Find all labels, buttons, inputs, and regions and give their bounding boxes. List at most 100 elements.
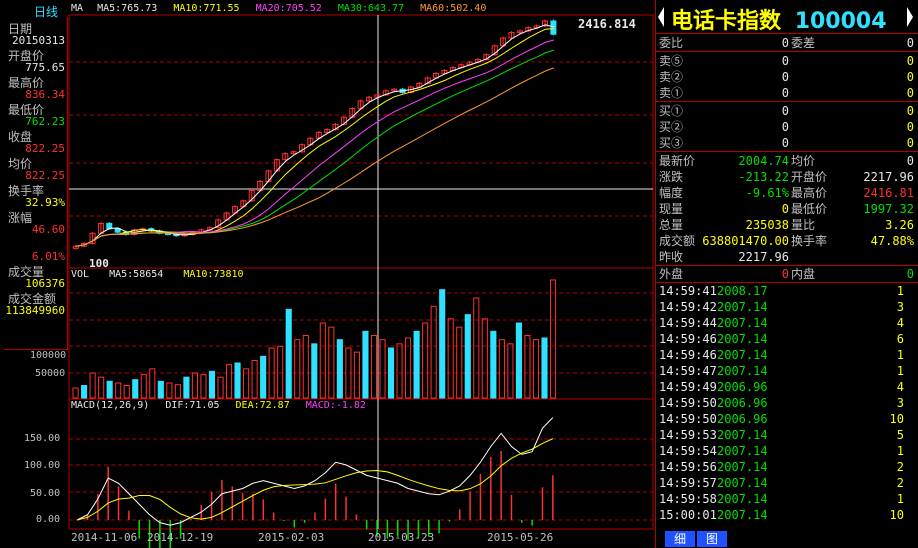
tick-price: 2007.14: [717, 476, 768, 490]
sell-level-label: 卖①: [659, 86, 684, 100]
macd-legend: MACD(12,26,9) DIF:71.05 DEA:72.87 MACD:-…: [71, 400, 366, 411]
quote-label: 量比: [791, 218, 816, 232]
tick-time: 15:00:01: [659, 508, 717, 522]
prev-arrow-icon[interactable]: [658, 7, 664, 27]
tick-row: 14:59:49 2006.96 4: [659, 379, 914, 395]
volume-bar: [260, 355, 267, 399]
tick-row: 14:59:44 2007.14 4: [659, 315, 914, 331]
quote-row: 现量 0 最低价 1997.32: [659, 201, 914, 217]
vol-ma10: MA10:73810: [183, 269, 244, 280]
vol-axis-50000: 50000: [35, 368, 66, 379]
outer-value: 0: [781, 267, 789, 281]
buy-level-volume: 0: [906, 120, 914, 134]
quote-row: 总量 235038 量比 3.26: [659, 217, 914, 233]
weibi-row: 委比 0 委差 0: [659, 35, 914, 51]
volume-bar: [387, 347, 395, 399]
next-arrow-icon[interactable]: [907, 7, 913, 27]
tick-row: 14:59:41 2008.17 1: [659, 283, 914, 299]
left-field-value: 20150313: [12, 34, 65, 47]
volume-bar: [490, 330, 497, 399]
tick-volume: 3: [896, 396, 904, 410]
volume-bar: [515, 322, 522, 399]
tick-row: 14:59:47 2007.14 1: [659, 363, 914, 379]
instrument-code: 100004: [794, 9, 887, 34]
tick-row: 14:59:50 2006.96 10: [659, 411, 914, 427]
tick-price: 2007.14: [717, 300, 768, 314]
tick-row: 14:59:46 2007.14 6: [659, 331, 914, 347]
tick-price: 2007.14: [717, 492, 768, 506]
macd-dea: DEA:72.87: [235, 400, 290, 411]
quote-label: 开盘价: [791, 170, 828, 184]
buy-level-volume: 0: [906, 136, 914, 150]
tick-time: 14:59:47: [659, 364, 717, 378]
vol-legend: VOL MA5:58654 MA10:73810: [71, 269, 244, 280]
quote-label: 现量: [659, 202, 684, 216]
tick-volume: 1: [896, 364, 904, 378]
tick-row: 14:59:56 2007.14 2: [659, 459, 914, 475]
buy-level-label: 买①: [659, 104, 684, 118]
quote-value: 2217.96: [738, 250, 789, 264]
tick-volume: 3: [896, 300, 904, 314]
tick-price: 2007.14: [717, 364, 768, 378]
date-tick: 2015-05-26: [487, 531, 554, 544]
outer-inner-row: 外盘 0 内盘 0: [659, 266, 914, 282]
buy-level-row: 买③ 0 0: [659, 135, 914, 151]
quote-row: 成交额 638801470.00 换手率 47.88%: [659, 233, 914, 249]
volume-bar: [106, 380, 113, 399]
ma30-value: MA30:643.77: [337, 3, 405, 14]
tick-time: 14:59:57: [659, 476, 717, 490]
left-field-value: 822.25: [25, 169, 65, 182]
tick-time: 14:59:46: [659, 348, 717, 362]
volume-bar: [234, 362, 241, 399]
chart-tab[interactable]: 图: [697, 531, 727, 547]
tick-time: 14:59:46: [659, 332, 717, 346]
tick-volume: 4: [896, 380, 904, 394]
left-field-value: 32.93%: [25, 196, 65, 209]
quote-row: 涨跌 -213.22 开盘价 2217.96: [659, 169, 914, 185]
quote-value: -9.61%: [745, 186, 789, 200]
weibi-label: 委比: [659, 36, 684, 50]
quote-value: -213.22: [738, 170, 789, 184]
volume-bar: [439, 289, 446, 399]
tick-volume: 4: [896, 316, 904, 330]
tick-price: 2007.14: [717, 332, 768, 346]
quote-label: 总量: [659, 218, 684, 232]
buy-level-row: 买① 0 0: [659, 103, 914, 119]
buy-level-row: 买② 0 0: [659, 119, 914, 135]
date-tick: 2015-03-23: [368, 531, 435, 544]
volume-bar: [336, 339, 343, 399]
quote-label: 最新价: [659, 154, 696, 168]
volume-bar: [464, 314, 471, 399]
quote-row: 最新价 2004.74 均价 0: [659, 153, 914, 169]
sell-level-volume: 0: [906, 86, 914, 100]
sell-level-row: 卖① 0 0: [659, 85, 914, 101]
tick-row: 14:59:42 2007.14 3: [659, 299, 914, 315]
buy-level-price: 0: [781, 136, 789, 150]
buy-level-volume: 0: [906, 104, 914, 118]
date-tick: 2014-12-19: [147, 531, 214, 544]
tick-row: 14:59:54 2007.14 1: [659, 443, 914, 459]
date-tick: 2014-11-06: [71, 531, 138, 544]
macd-axis-150: 150.00: [24, 433, 61, 444]
sell-level-volume: 0: [906, 70, 914, 84]
macd-axis-50: 50.00: [30, 488, 61, 499]
tick-row: 14:59:50 2006.96 3: [659, 395, 914, 411]
ma-prefix: MA: [71, 3, 84, 14]
tick-row: 14:59:58 2007.14 1: [659, 491, 914, 507]
tick-price: 2007.14: [717, 428, 768, 442]
macd-value: MACD:-1.82: [305, 400, 366, 411]
macd-axis-0: 0.00: [36, 514, 61, 525]
quote-value: 0: [906, 154, 914, 168]
detail-tab[interactable]: 细: [665, 531, 695, 547]
buy-level-label: 买②: [659, 120, 684, 134]
left-field-value: 6.01%: [31, 250, 65, 263]
inner-label: 内盘: [791, 267, 816, 281]
instrument-name: 电话卡指数: [671, 9, 782, 34]
macd-axis-100: 100.00: [24, 460, 61, 471]
volume-bar: [157, 380, 164, 399]
ma-legend: MA MA5:765.73 MA10:771.55 MA20:705.52 MA…: [71, 3, 486, 14]
sell-level-row: 卖② 0 0: [659, 69, 914, 85]
tick-time: 14:59:41: [659, 284, 717, 298]
left-field-value: 775.65: [25, 61, 65, 74]
volume-bar: [413, 330, 420, 399]
